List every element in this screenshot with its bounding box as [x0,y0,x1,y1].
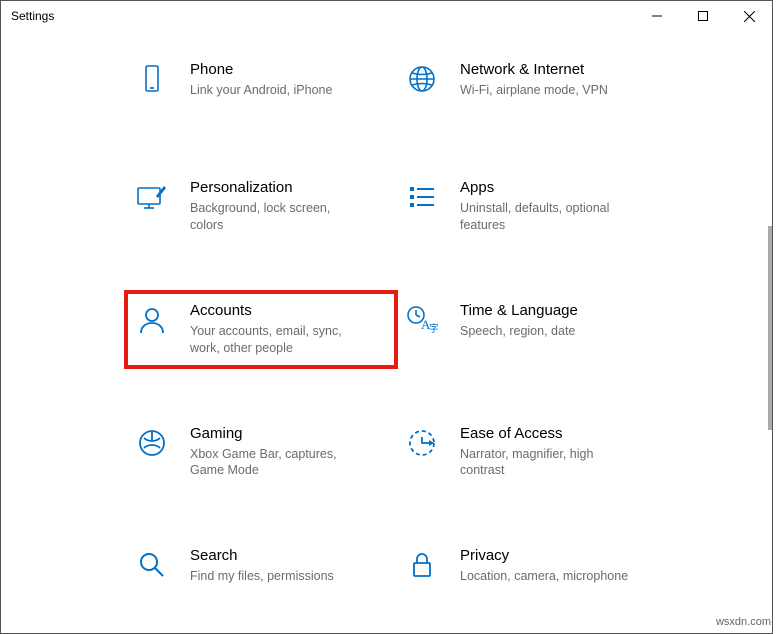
maximize-button[interactable] [680,1,726,31]
scrollbar[interactable] [768,226,772,430]
personalization-icon [136,181,168,213]
tile-subtitle: Uninstall, defaults, optional features [460,200,635,234]
tile-subtitle: Location, camera, microphone [460,568,635,585]
tile-gaming[interactable]: Gaming Xbox Game Bar, captures, Game Mod… [126,415,396,490]
titlebar: Settings [1,1,772,31]
settings-window: Settings [0,0,773,634]
tile-title: Time & Language [460,302,654,319]
search-icon [136,549,168,581]
tile-subtitle: Xbox Game Bar, captures, Game Mode [190,446,365,480]
svg-text:字: 字 [429,322,438,335]
tile-title: Search [190,547,384,564]
time-language-icon: A 字 [406,304,438,336]
tile-title: Privacy [460,547,654,564]
tile-subtitle: Speech, region, date [460,323,635,340]
tile-subtitle: Narrator, magnifier, high contrast [460,446,635,480]
tile-title: Network & Internet [460,61,654,78]
tile-title: Accounts [190,302,384,319]
minimize-icon [652,11,662,21]
content-area: Phone Link your Android, iPhone Net [1,31,772,633]
tile-title: Gaming [190,425,384,442]
tile-accounts[interactable]: Accounts Your accounts, email, sync, wor… [126,292,396,367]
close-icon [744,11,755,22]
tile-time-language[interactable]: A 字 Time & Language Speech, region, date [396,292,666,367]
close-button[interactable] [726,1,772,31]
tile-search[interactable]: Search Find my files, permissions [126,537,396,607]
globe-icon [406,63,438,95]
gaming-icon [136,427,168,459]
tile-title: Phone [190,61,384,78]
accounts-icon [136,304,168,336]
maximize-icon [698,11,708,21]
tile-title: Ease of Access [460,425,654,442]
tile-subtitle: Your accounts, email, sync, work, other … [190,323,365,357]
tile-phone[interactable]: Phone Link your Android, iPhone [126,51,396,121]
tile-personalization[interactable]: Personalization Background, lock screen,… [126,169,396,244]
ease-of-access-icon [406,427,438,459]
watermark: wsxdn.com [716,616,771,628]
tile-title: Apps [460,179,654,196]
window-controls [634,1,772,31]
tile-ease-of-access[interactable]: Ease of Access Narrator, magnifier, high… [396,415,666,490]
phone-icon [136,63,168,95]
lock-icon [406,549,438,581]
tile-subtitle: Link your Android, iPhone [190,82,365,99]
tile-network[interactable]: Network & Internet Wi-Fi, airplane mode,… [396,51,666,121]
settings-grid: Phone Link your Android, iPhone Net [1,31,772,633]
tile-subtitle: Wi-Fi, airplane mode, VPN [460,82,635,99]
minimize-button[interactable] [634,1,680,31]
tile-privacy[interactable]: Privacy Location, camera, microphone [396,537,666,607]
tile-title: Personalization [190,179,384,196]
tile-subtitle: Find my files, permissions [190,568,365,585]
window-title: Settings [11,9,54,23]
tile-subtitle: Background, lock screen, colors [190,200,365,234]
tile-apps[interactable]: Apps Uninstall, defaults, optional featu… [396,169,666,244]
apps-icon [406,181,438,213]
